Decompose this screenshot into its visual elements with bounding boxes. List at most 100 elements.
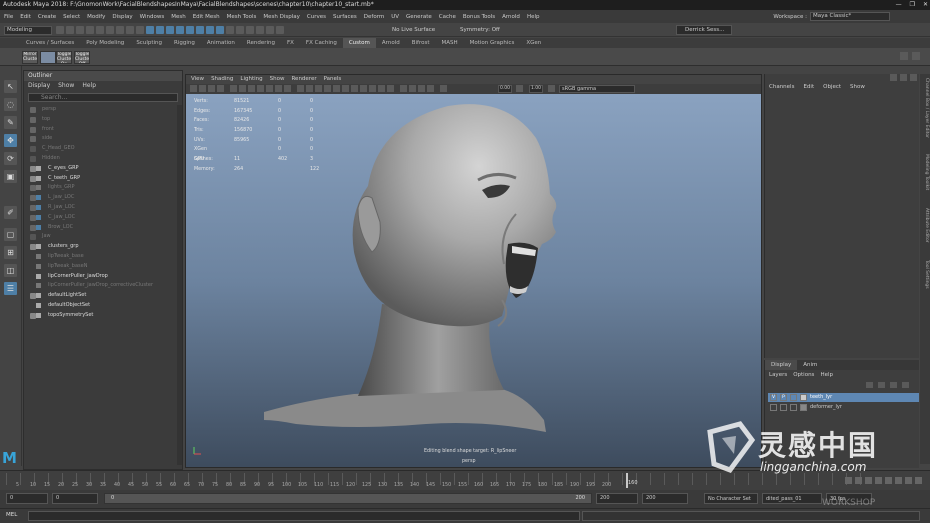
- select-mask-icon[interactable]: [136, 26, 144, 34]
- menu-mesh-display[interactable]: Mesh Display: [263, 14, 300, 20]
- shelf-tab-arnold[interactable]: Arnold: [376, 38, 406, 48]
- render-settings-icon[interactable]: [246, 26, 254, 34]
- layer-menu-layers[interactable]: Layers: [769, 370, 787, 380]
- outliner-item[interactable]: Jaw: [24, 232, 178, 242]
- playback-start-field[interactable]: 0: [52, 493, 98, 504]
- scale-tool-icon[interactable]: ▣: [4, 170, 17, 183]
- save-scene-icon[interactable]: [76, 26, 84, 34]
- symmetry-label[interactable]: Symmetry: Off: [460, 26, 500, 35]
- outliner-item[interactable]: clusters_grp: [24, 242, 178, 252]
- outliner-item[interactable]: lipTweak_base: [24, 252, 178, 262]
- paint-select-icon[interactable]: ✎: [4, 116, 17, 129]
- anti-aliasing-icon[interactable]: [378, 85, 385, 92]
- range-slider-bar[interactable]: 0 200: [104, 493, 592, 504]
- side-tab-tool-settings[interactable]: Tool Settings: [921, 260, 929, 289]
- textured-icon[interactable]: [333, 85, 340, 92]
- shelf-tab-fx-caching[interactable]: FX Caching: [300, 38, 343, 48]
- menu-edit[interactable]: Edit: [20, 14, 31, 20]
- toggle-cluster-on-button[interactable]: Toggle Cluster On: [56, 51, 72, 64]
- channel-box-menu-object[interactable]: Object: [823, 84, 841, 90]
- shelf-tab-animation[interactable]: Animation: [201, 38, 241, 48]
- layer-display-type-toggle[interactable]: [790, 394, 797, 401]
- depth-of-field-icon[interactable]: [387, 85, 394, 92]
- lights-icon[interactable]: [342, 85, 349, 92]
- safe-title-icon[interactable]: [284, 85, 291, 92]
- xray-components-icon[interactable]: [427, 85, 434, 92]
- viewport-menu-panels[interactable]: Panels: [324, 75, 342, 84]
- single-view-icon[interactable]: ▢: [4, 228, 17, 241]
- layer-display-type-toggle[interactable]: [790, 404, 797, 411]
- outliner-menu-show[interactable]: Show: [58, 81, 74, 91]
- gamma-icon[interactable]: [516, 85, 523, 92]
- view-transform-dropdown[interactable]: sRGB gamma: [559, 85, 635, 93]
- menu-surfaces[interactable]: Surfaces: [333, 14, 357, 20]
- snap-grid-icon[interactable]: [146, 26, 154, 34]
- channel-box-menu-edit[interactable]: Edit: [803, 84, 814, 90]
- rotate-tool-icon[interactable]: ⟳: [4, 152, 17, 165]
- user-account-dropdown[interactable]: Derrick Sess...: [676, 25, 732, 35]
- four-view-icon[interactable]: ⊞: [4, 246, 17, 259]
- select-tool-icon[interactable]: ↖: [4, 80, 17, 93]
- layer-visibility-toggle[interactable]: [770, 404, 777, 411]
- channel-box-toggle-icon[interactable]: [890, 74, 897, 81]
- menu-select[interactable]: Select: [63, 14, 80, 20]
- viewport-menu-show[interactable]: Show: [270, 75, 285, 84]
- layer-tab-display[interactable]: Display: [765, 360, 798, 370]
- outliner-item[interactable]: persp: [24, 105, 178, 115]
- outliner-menu-help[interactable]: Help: [82, 81, 96, 91]
- menu-file[interactable]: File: [4, 14, 13, 20]
- outliner-item[interactable]: lipCornerPuller_jawDrop_correctiveCluste…: [24, 281, 178, 291]
- input-icon[interactable]: [206, 26, 214, 34]
- gamma-field[interactable]: 1.00: [529, 85, 543, 93]
- layer-row[interactable]: deformer_lyr: [768, 403, 919, 412]
- make-live-icon[interactable]: [186, 26, 194, 34]
- viewport-menu-renderer[interactable]: Renderer: [291, 75, 316, 84]
- layer-playback-toggle[interactable]: [780, 404, 787, 411]
- shelf-tab-motion-graphics[interactable]: Motion Graphics: [464, 38, 521, 48]
- xray-icon[interactable]: [409, 85, 416, 92]
- outliner-search-input[interactable]: Search...: [28, 93, 178, 102]
- layer-color-swatch[interactable]: [800, 394, 807, 401]
- viewport-menu-shading[interactable]: Shading: [211, 75, 233, 84]
- layer-tab-anim[interactable]: Anim: [797, 360, 823, 370]
- redo-icon[interactable]: [96, 26, 104, 34]
- outliner-item[interactable]: lights_GRP: [24, 183, 178, 193]
- wireframe-icon[interactable]: [297, 85, 304, 92]
- menu-help[interactable]: Help: [527, 14, 540, 20]
- shelf-tab-mash[interactable]: MASH: [435, 38, 463, 48]
- menu-modify[interactable]: Modify: [87, 14, 105, 20]
- bookmark-icon[interactable]: [208, 85, 215, 92]
- move-layer-down-icon[interactable]: [878, 382, 885, 388]
- isolate-select-icon[interactable]: [400, 85, 407, 92]
- wireframe-on-shaded-icon[interactable]: [324, 85, 331, 92]
- select-object-icon[interactable]: [116, 26, 124, 34]
- shelf-tab-xgen[interactable]: XGen: [520, 38, 547, 48]
- menu-create[interactable]: Create: [38, 14, 56, 20]
- shelf-tab-fx[interactable]: FX: [281, 38, 300, 48]
- shelf-script-button[interactable]: [40, 51, 56, 64]
- move-layer-up-icon[interactable]: [866, 382, 873, 388]
- snap-point-icon[interactable]: [166, 26, 174, 34]
- ipr-render-icon[interactable]: [236, 26, 244, 34]
- layer-row[interactable]: V P teeth_lyr: [768, 393, 919, 402]
- ambient-occlusion-icon[interactable]: [360, 85, 367, 92]
- outliner-item[interactable]: front: [24, 125, 178, 135]
- shelf-tab-poly-modeling[interactable]: Poly Modeling: [80, 38, 130, 48]
- last-tool-icon[interactable]: ✐: [4, 206, 17, 219]
- outliner-item[interactable]: lipCornerPuller_jawDrop: [24, 272, 178, 282]
- shelf-tab-sculpting[interactable]: Sculpting: [130, 38, 168, 48]
- undo-icon[interactable]: [86, 26, 94, 34]
- menu-windows[interactable]: Windows: [140, 14, 165, 20]
- menu-display[interactable]: Display: [112, 14, 132, 20]
- shelf-tab-rendering[interactable]: Rendering: [241, 38, 281, 48]
- maximize-button[interactable]: ❐: [910, 0, 915, 10]
- start-time-field[interactable]: 0: [6, 493, 48, 504]
- select-hierarchy-icon[interactable]: [106, 26, 114, 34]
- light-editor-icon[interactable]: [276, 26, 284, 34]
- render-icon[interactable]: [226, 26, 234, 34]
- xray-joints-icon[interactable]: [418, 85, 425, 92]
- snap-curve-icon[interactable]: [156, 26, 164, 34]
- outliner-item[interactable]: side: [24, 134, 178, 144]
- motion-blur-icon[interactable]: [369, 85, 376, 92]
- minimize-button[interactable]: —: [896, 0, 902, 10]
